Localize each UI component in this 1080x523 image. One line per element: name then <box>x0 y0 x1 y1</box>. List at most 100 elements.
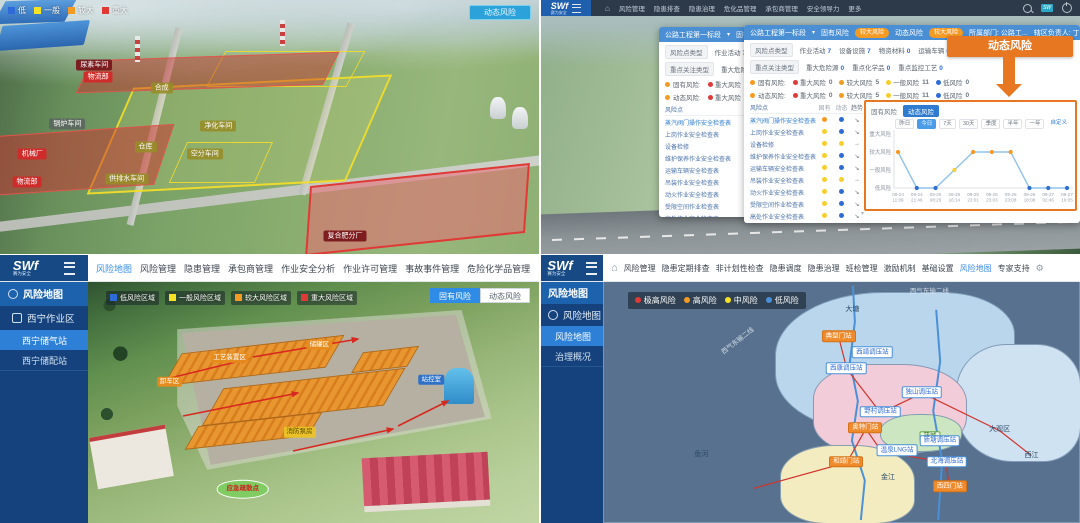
scrollbar[interactable]: ▾ <box>861 210 864 217</box>
zone-label: 合成 <box>151 82 173 93</box>
station-chip[interactable]: 鱼河 <box>691 450 711 460</box>
nav-item[interactable]: 非计划性检查 <box>716 263 764 274</box>
chevron-down-icon[interactable]: ▾ <box>727 31 730 38</box>
risk-view-button[interactable]: 固有风险 <box>430 288 480 303</box>
table-row[interactable]: 高处作业安全检查表 ↘ <box>750 210 864 222</box>
table-row[interactable]: 设备检修 → <box>750 138 864 150</box>
legend-item: 低风险区域 <box>106 291 159 305</box>
brand-logo[interactable]: SWf赛为安全 <box>541 0 591 16</box>
nav-item[interactable]: 风险管理 <box>624 263 656 274</box>
station-chip[interactable]: 西四门站 <box>933 480 967 492</box>
nav-item[interactable]: 作业安全分析 <box>281 262 335 275</box>
nav-item[interactable]: 更多 <box>848 3 861 13</box>
table-row[interactable]: 蒸汽阀门操作安全检查表 ↘ <box>750 114 864 126</box>
dynamic-dot <box>839 129 844 134</box>
nav-item[interactable]: 风险地图 <box>96 262 132 275</box>
cooling-tower <box>512 107 528 129</box>
nav-item[interactable]: 基础设置 <box>922 263 954 274</box>
station-chip[interactable]: 大塘 <box>842 305 862 315</box>
trend-arrow: ↘ <box>850 117 864 124</box>
menu-icon[interactable] <box>586 262 597 275</box>
nav-item[interactable]: 班检管理 <box>846 263 878 274</box>
legend-item: 一般风险区域 <box>165 291 225 305</box>
nav-item[interactable]: 专家支持 <box>998 263 1030 274</box>
sidebar-parent-risk-map[interactable]: 风险地图 <box>541 304 603 326</box>
nav-item[interactable]: 隐患定期排查 <box>662 263 710 274</box>
table-row[interactable]: 动火作业安全检查表 ↘ <box>750 186 864 198</box>
brand-logo[interactable]: SWf赛为安全 <box>541 255 603 281</box>
gear-icon[interactable]: ⚙ <box>1036 263 1044 274</box>
menu-icon[interactable] <box>572 4 581 13</box>
risk-view-button[interactable]: 动态风险 <box>480 288 530 303</box>
chart-tab[interactable]: 动态风险 <box>903 105 939 117</box>
table-row[interactable]: 吊装作业安全检查表 → <box>750 174 864 186</box>
home-icon[interactable]: ⌂ <box>605 4 610 13</box>
station-chip[interactable]: 野村调压站 <box>860 406 901 418</box>
sidebar-item-governance-overview[interactable]: 治理概况 <box>541 346 603 367</box>
nav-item[interactable]: 隐患调度 <box>770 263 802 274</box>
svg-text:低风险: 低风险 <box>875 184 892 192</box>
nav-item[interactable]: 承包商管理 <box>765 3 798 13</box>
zone-label: 锅炉车间 <box>49 119 85 130</box>
sidebar-item-gas-storage-station[interactable]: 西宁储气站 <box>0 330 88 350</box>
home-icon[interactable]: ⌂ <box>611 262 618 274</box>
station-area-label: 储罐区 <box>307 340 333 351</box>
nav-item[interactable]: 风险管理 <box>140 262 176 275</box>
risk-legend: 低 一般 较大 重大 <box>8 5 128 16</box>
svg-text:09-2421:46: 09-2421:46 <box>911 192 923 203</box>
station-chip[interactable]: 典型门站 <box>822 331 856 343</box>
zone-label: 机械厂 <box>18 148 47 159</box>
legend-color-swatch <box>169 294 176 301</box>
search-icon[interactable] <box>1023 4 1032 13</box>
nav-item[interactable]: 隐患治理 <box>808 263 840 274</box>
nav-item[interactable]: 隐患治理 <box>689 3 715 13</box>
nav-item[interactable]: 作业许可管理 <box>343 262 397 275</box>
chevron-down-icon[interactable]: ▾ <box>812 29 815 36</box>
inherent-stats-row: 固有风险: 重大风险0较大风险5一般风险11低风险0 <box>744 74 1080 87</box>
nav-item[interactable]: 风险管理 <box>619 3 645 13</box>
dynamic-risk-button[interactable]: 动态风险 <box>469 5 531 20</box>
sidebar-item-risk-map[interactable]: 风险地图 <box>541 326 603 346</box>
nav-item[interactable]: 隐患排查 <box>654 3 680 13</box>
nav-item[interactable]: 危险化学品管理 <box>467 262 530 275</box>
legend-item: 低 <box>8 5 26 16</box>
table-row[interactable]: 运输车辆安全检查表 ↘ <box>750 162 864 174</box>
stat-item: 一般风险11 <box>886 77 929 87</box>
station-chip[interactable]: 北海调压站 <box>927 456 968 468</box>
station-chip[interactable]: 独山调压站 <box>902 386 943 398</box>
nav-item[interactable]: 激励机制 <box>884 263 916 274</box>
sidebar-item-distribution-station[interactable]: 西宁储配站 <box>0 350 88 371</box>
dynamic-dot <box>839 117 844 122</box>
sidebar: 风险地图 西宁作业区 西宁储气站 西宁储配站 <box>0 281 88 523</box>
brand-logo[interactable]: SWf赛为安全 <box>0 255 88 281</box>
trend-arrow: ↘ <box>850 165 864 172</box>
station-chip[interactable]: 新塘调压站 <box>920 435 961 447</box>
sidebar-group-work-area[interactable]: 西宁作业区 <box>0 306 88 330</box>
table-row[interactable]: 受限空间作业检查表 ↘ <box>750 198 864 210</box>
station-chip[interactable]: 西江 <box>1022 451 1042 461</box>
station-chip[interactable]: 大观区 <box>986 425 1013 435</box>
nav-item[interactable]: 承包商管理 <box>228 262 273 275</box>
nav-item[interactable]: 危化品管理 <box>724 3 757 13</box>
chart-tab[interactable]: 固有风险 <box>871 106 897 116</box>
station-chip[interactable]: 西康调压站 <box>826 363 867 375</box>
legend-item: 较大风险区域 <box>231 291 291 305</box>
station-chip[interactable]: 温泉LNG站 <box>877 445 918 457</box>
nav-item[interactable]: 隐患管理 <box>184 262 220 275</box>
type-count: 运输车辆0 <box>918 45 950 55</box>
station-chip[interactable]: 和靖门站 <box>829 456 863 468</box>
power-icon[interactable] <box>1062 3 1072 13</box>
station-chip[interactable]: 奥特门站 <box>848 422 882 434</box>
legend-item: 重大 <box>102 5 128 16</box>
nav-item[interactable]: 风险地图 <box>960 263 992 274</box>
table-row[interactable]: 上岗作业安全检查表 ↘ <box>750 126 864 138</box>
menu-icon[interactable] <box>64 262 75 275</box>
nav-item[interactable]: 安全领导力 <box>807 3 840 13</box>
pipeline-label: 西气东输二线 <box>910 285 949 295</box>
station-chip[interactable]: 西靖调压站 <box>852 347 893 359</box>
table-row[interactable]: 维护保养作业安全检查表 ↘ <box>750 150 864 162</box>
station-chip[interactable]: 金江 <box>878 472 898 482</box>
sidebar-item-risk-map[interactable]: 风险地图 <box>0 281 88 306</box>
sidebar-title-risk-map: 风险地图 <box>541 281 603 304</box>
nav-item[interactable]: 事故事件管理 <box>405 262 459 275</box>
